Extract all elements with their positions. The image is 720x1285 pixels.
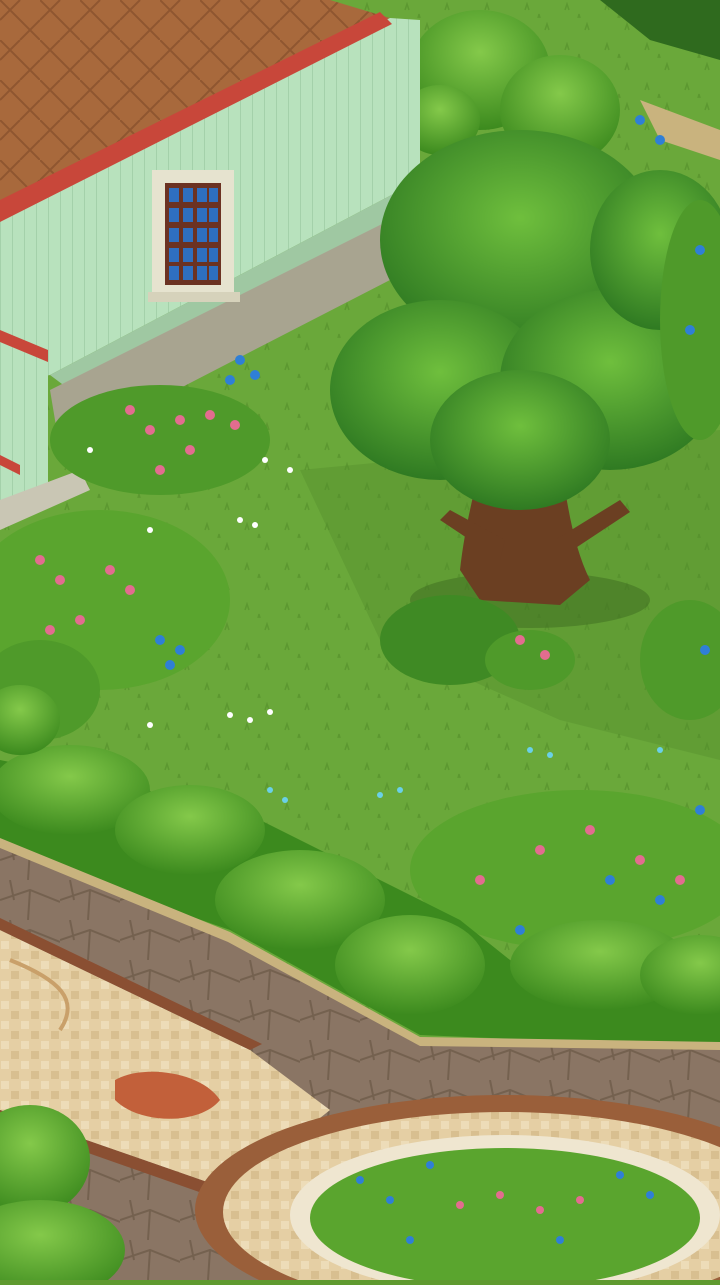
garden-scene[interactable] [0,0,720,1285]
window-icon [148,170,240,302]
garden-canvas [0,0,720,1285]
